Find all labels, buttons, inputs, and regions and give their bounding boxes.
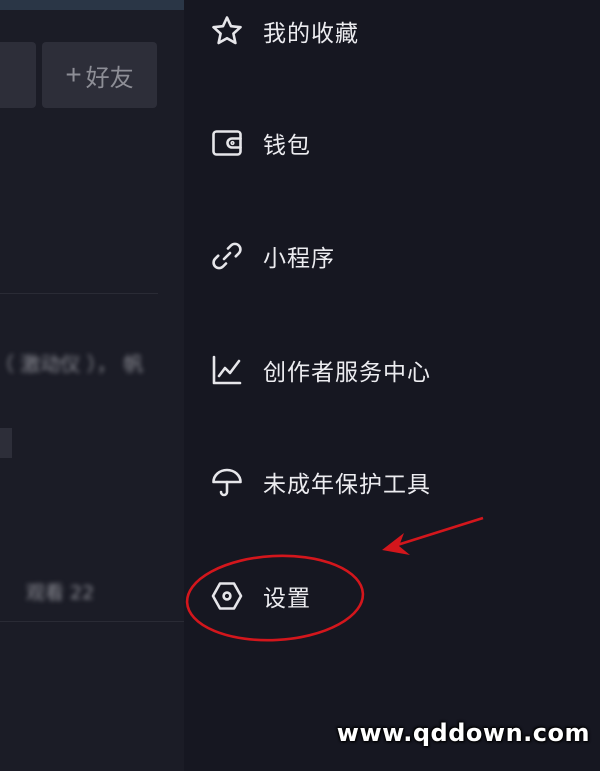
menu-item-wallet[interactable]: 钱包 [184, 98, 600, 188]
plus-icon: + [65, 59, 82, 90]
umbrella-icon [210, 465, 244, 499]
menu-item-label: 我的收藏 [263, 21, 359, 47]
menu-item-label: 未成年保护工具 [263, 472, 431, 498]
menu-item-mini-programs[interactable]: 小程序 [184, 211, 600, 301]
menu-item-favorites[interactable]: 我的收藏 [184, 0, 600, 76]
blurred-view-count: 观看 22 [26, 582, 95, 604]
menu-item-label: 钱包 [263, 133, 311, 159]
wallet-icon [210, 126, 244, 160]
add-friend-label: 好友 [85, 64, 134, 92]
menu-item-label: 设置 [263, 586, 311, 612]
divider [0, 293, 158, 294]
menu-item-label: 小程序 [263, 246, 335, 272]
tag-chip [0, 428, 12, 458]
star-icon [210, 14, 244, 48]
menu-item-label: 创作者服务中心 [263, 360, 431, 386]
watermark: www.qddown.com [336, 719, 590, 747]
menu-item-minor-protection[interactable]: 未成年保护工具 [184, 437, 600, 527]
divider [0, 621, 184, 622]
menu-item-settings[interactable]: 设置 [184, 551, 600, 641]
hexagon-settings-icon [210, 579, 244, 613]
app-screen: + 好友 （ 激动仪 ）， 帆 观看 22 我的收藏 钱包 小程序 创作者服务中… [0, 0, 600, 771]
cover-image-strip [0, 0, 184, 10]
side-drawer-menu: 我的收藏 钱包 小程序 创作者服务中心 未成年保护工具 设置 [184, 0, 600, 771]
background-profile-panel[interactable]: + 好友 （ 激动仪 ）， 帆 观看 22 [0, 0, 184, 771]
edit-profile-button[interactable] [0, 42, 36, 108]
chart-icon [210, 353, 244, 387]
menu-item-creator-center[interactable]: 创作者服务中心 [184, 325, 600, 415]
link-icon [210, 239, 244, 273]
blurred-post-text: （ 激动仪 ）， 帆 [0, 352, 144, 376]
add-friend-button[interactable]: + 好友 [42, 42, 157, 108]
